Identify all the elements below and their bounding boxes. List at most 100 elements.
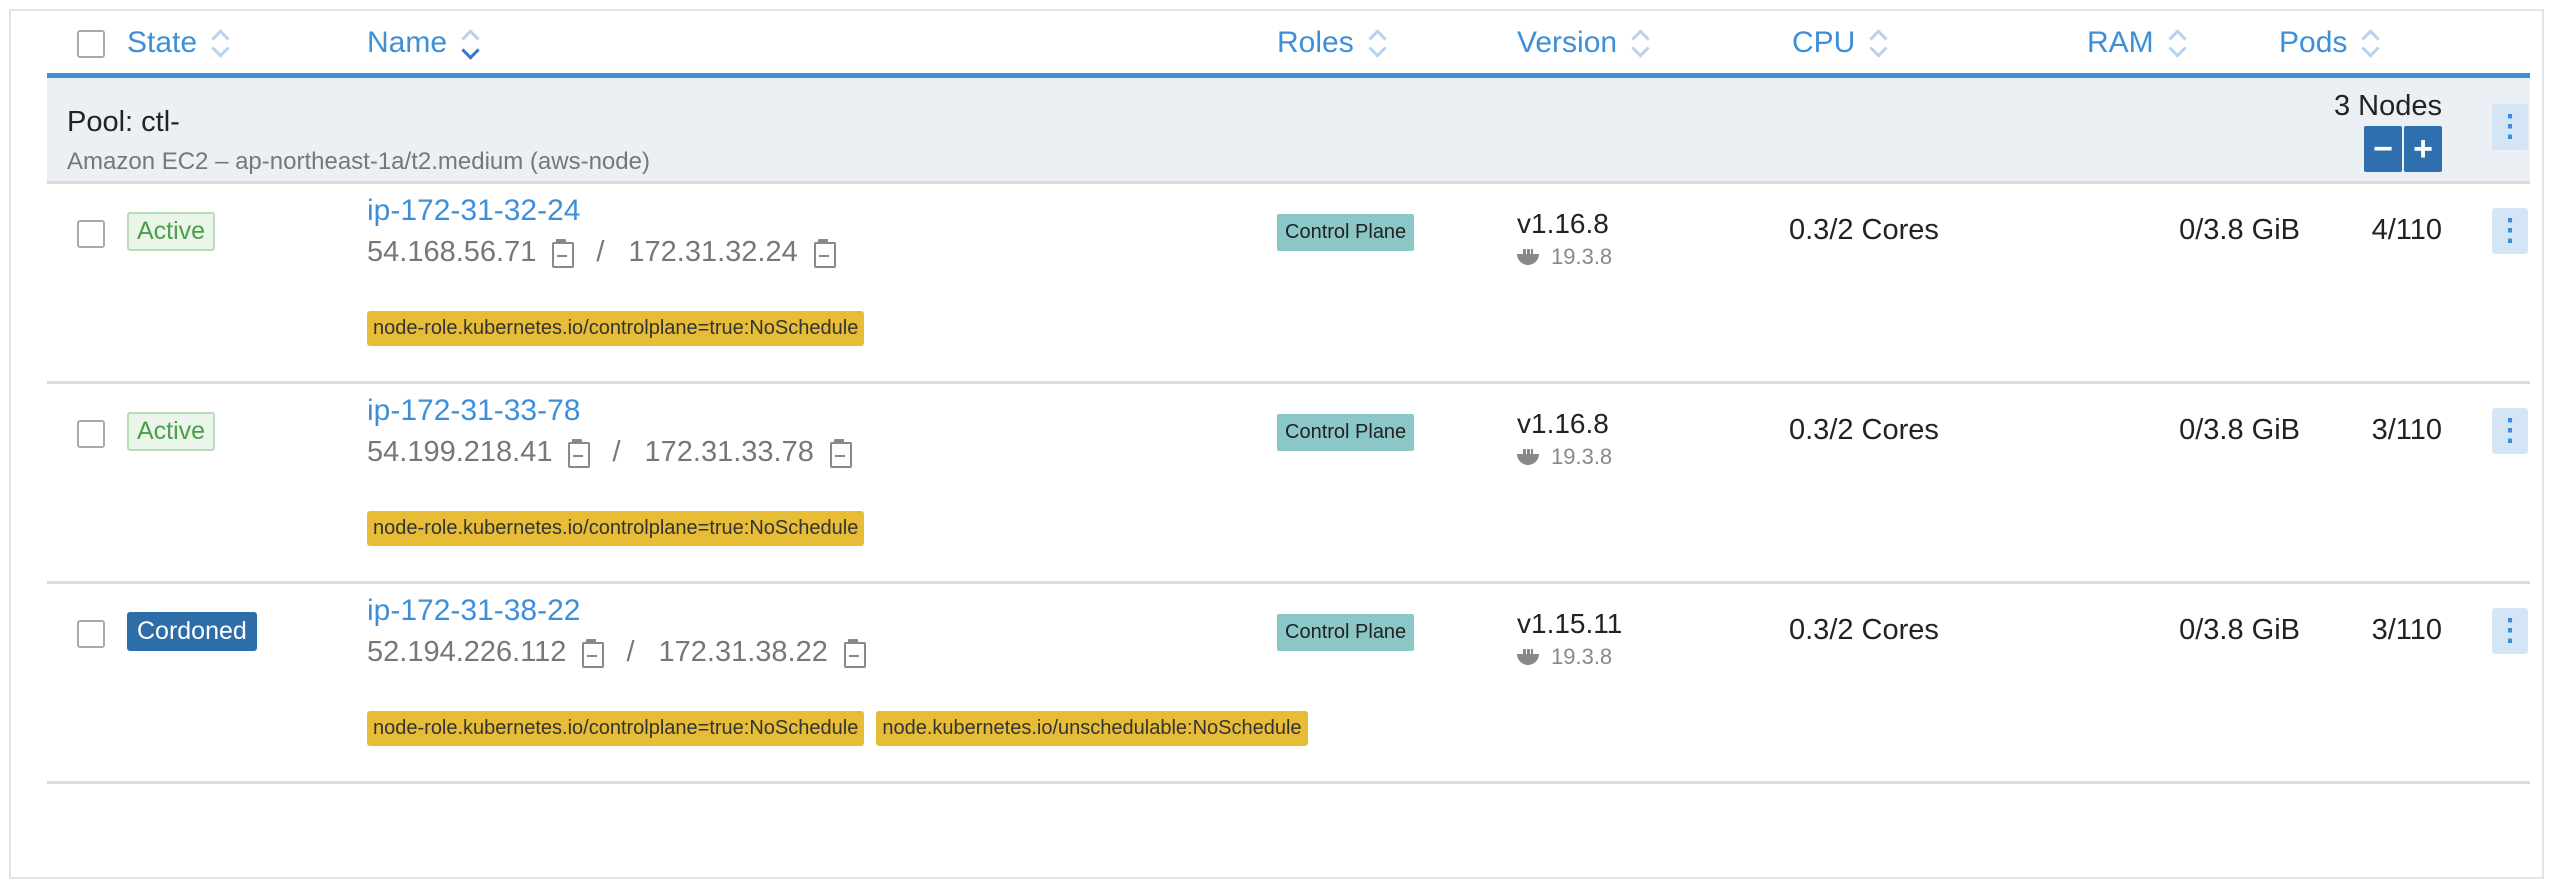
public-ip: 52.194.226.112: [367, 636, 567, 668]
node-taints: node-role.kubernetes.io/controlplane=tru…: [367, 711, 1308, 746]
status-badge: Cordoned: [127, 612, 257, 651]
docker-whale-icon: [1517, 249, 1543, 265]
kubernetes-version: v1.16.8: [1517, 408, 1609, 439]
pool-node-count: 3 Nodes: [2333, 90, 2442, 122]
column-ram-label: RAM: [2087, 26, 2154, 59]
column-header-pods[interactable]: Pods: [2279, 26, 2381, 60]
table-row: Active ip-172-31-32-24 54.168.56.71 / 17…: [47, 184, 2530, 384]
node-taints: node-role.kubernetes.io/controlplane=tru…: [367, 311, 865, 346]
pods-usage: 3/110: [2371, 614, 2442, 646]
copy-icon[interactable]: [566, 438, 591, 468]
cpu-usage: 0.3/2 Cores: [1789, 614, 1939, 646]
docker-version-value: 19.3.8: [1551, 644, 1613, 669]
column-header-name[interactable]: Name: [367, 26, 481, 60]
row-select-checkbox[interactable]: [77, 220, 105, 248]
copy-icon[interactable]: [842, 638, 866, 668]
kubernetes-version: v1.16.8: [1517, 208, 1609, 239]
scale-down-button[interactable]: −: [2364, 126, 2402, 172]
node-name-link[interactable]: ip-172-31-33-78: [367, 394, 580, 428]
select-all-checkbox[interactable]: [77, 30, 105, 58]
pods-usage: 4/110: [2371, 214, 2442, 246]
taint-badge: node.kubernetes.io/unschedulable:NoSched…: [876, 711, 1308, 746]
row-select-checkbox[interactable]: [77, 420, 105, 448]
copy-icon[interactable]: [812, 238, 836, 268]
docker-version: 19.3.8: [1517, 644, 1612, 670]
nodes-table: State Name Roles Version CPU RAM Pods Po…: [47, 11, 2530, 784]
sort-icon: [209, 26, 231, 60]
column-version-label: Version: [1517, 26, 1618, 59]
docker-whale-icon: [1517, 649, 1543, 665]
docker-whale-icon: [1517, 449, 1543, 465]
cpu-usage: 0.3/2 Cores: [1789, 414, 1939, 446]
taint-badge: node-role.kubernetes.io/controlplane=tru…: [367, 311, 865, 346]
copy-icon[interactable]: [550, 238, 575, 268]
copy-icon[interactable]: [828, 438, 852, 468]
kebab-menu-icon: ⋮: [2495, 614, 2525, 647]
table-row: Active ip-172-31-33-78 54.199.218.41 / 1…: [47, 384, 2530, 584]
kebab-menu-icon: ⋮: [2495, 110, 2525, 143]
node-actions-button[interactable]: ⋮: [2492, 208, 2528, 254]
node-name-link[interactable]: ip-172-31-38-22: [367, 594, 580, 628]
copy-icon[interactable]: [580, 638, 605, 668]
node-ip-addresses: 54.199.218.41 / 172.31.33.78: [367, 436, 874, 469]
sort-icon: [1867, 26, 1889, 60]
sort-icon: [1629, 26, 1651, 60]
status-badge: Active: [127, 412, 216, 451]
pool-title: Pool: ctl-: [67, 106, 180, 138]
nodes-panel: State Name Roles Version CPU RAM Pods Po…: [9, 9, 2544, 879]
column-header-roles[interactable]: Roles: [1277, 26, 1388, 60]
sort-descending-icon: [459, 26, 481, 60]
status-badge: Active: [127, 212, 216, 251]
sort-icon: [1366, 26, 1388, 60]
pods-usage: 3/110: [2371, 414, 2442, 446]
ram-usage: 0/3.8 GiB: [2179, 614, 2300, 646]
pool-actions-button[interactable]: ⋮: [2492, 104, 2528, 150]
ram-usage: 0/3.8 GiB: [2179, 414, 2300, 446]
column-header-version[interactable]: Version: [1517, 26, 1651, 60]
node-actions-button[interactable]: ⋮: [2492, 608, 2528, 654]
table-row: Cordoned ip-172-31-38-22 52.194.226.112 …: [47, 584, 2530, 784]
ram-usage: 0/3.8 GiB: [2179, 214, 2300, 246]
row-select-checkbox[interactable]: [77, 620, 105, 648]
pool-scale-controls: − +: [2364, 126, 2442, 172]
docker-version-value: 19.3.8: [1551, 444, 1613, 469]
column-header-state[interactable]: State: [127, 26, 231, 60]
column-pods-label: Pods: [2279, 26, 2348, 59]
taint-badge: node-role.kubernetes.io/controlplane=tru…: [367, 711, 865, 746]
cpu-usage: 0.3/2 Cores: [1789, 214, 1939, 246]
node-ip-addresses: 52.194.226.112 / 172.31.38.22: [367, 636, 888, 669]
role-badge: Control Plane: [1277, 414, 1415, 451]
taint-badge: node-role.kubernetes.io/controlplane=tru…: [367, 511, 865, 546]
public-ip: 54.199.218.41: [367, 436, 553, 468]
node-ip-addresses: 54.168.56.71 / 172.31.32.24: [367, 236, 858, 269]
scale-up-button[interactable]: +: [2404, 126, 2442, 172]
docker-version: 19.3.8: [1517, 244, 1612, 270]
role-badge: Control Plane: [1277, 614, 1415, 651]
pool-subtitle: Amazon EC2 – ap-northeast-1a/t2.medium (…: [67, 148, 650, 175]
column-header-ram[interactable]: RAM: [2087, 26, 2188, 60]
private-ip: 172.31.38.22: [658, 636, 828, 668]
node-taints: node-role.kubernetes.io/controlplane=tru…: [367, 511, 865, 546]
ip-separator: /: [612, 436, 621, 468]
private-ip: 172.31.32.24: [628, 236, 798, 268]
ip-separator: /: [626, 636, 635, 668]
docker-version-value: 19.3.8: [1551, 244, 1613, 269]
node-name-link[interactable]: ip-172-31-32-24: [367, 194, 580, 228]
kebab-menu-icon: ⋮: [2495, 214, 2525, 247]
sort-icon: [2359, 26, 2381, 60]
docker-version: 19.3.8: [1517, 444, 1612, 470]
node-actions-button[interactable]: ⋮: [2492, 408, 2528, 454]
column-name-label: Name: [367, 26, 448, 59]
column-roles-label: Roles: [1277, 26, 1354, 59]
column-cpu-label: CPU: [1792, 26, 1856, 59]
sort-icon: [2166, 26, 2188, 60]
kebab-menu-icon: ⋮: [2495, 414, 2525, 447]
role-badge: Control Plane: [1277, 214, 1415, 251]
private-ip: 172.31.33.78: [644, 436, 814, 468]
column-state-label: State: [127, 26, 198, 59]
kubernetes-version: v1.15.11: [1517, 608, 1623, 639]
node-pool-group: Pool: ctl- Amazon EC2 – ap-northeast-1a/…: [47, 78, 2530, 184]
table-header: State Name Roles Version CPU RAM Pods: [47, 11, 2530, 78]
public-ip: 54.168.56.71: [367, 236, 537, 268]
column-header-cpu[interactable]: CPU: [1792, 26, 1889, 60]
